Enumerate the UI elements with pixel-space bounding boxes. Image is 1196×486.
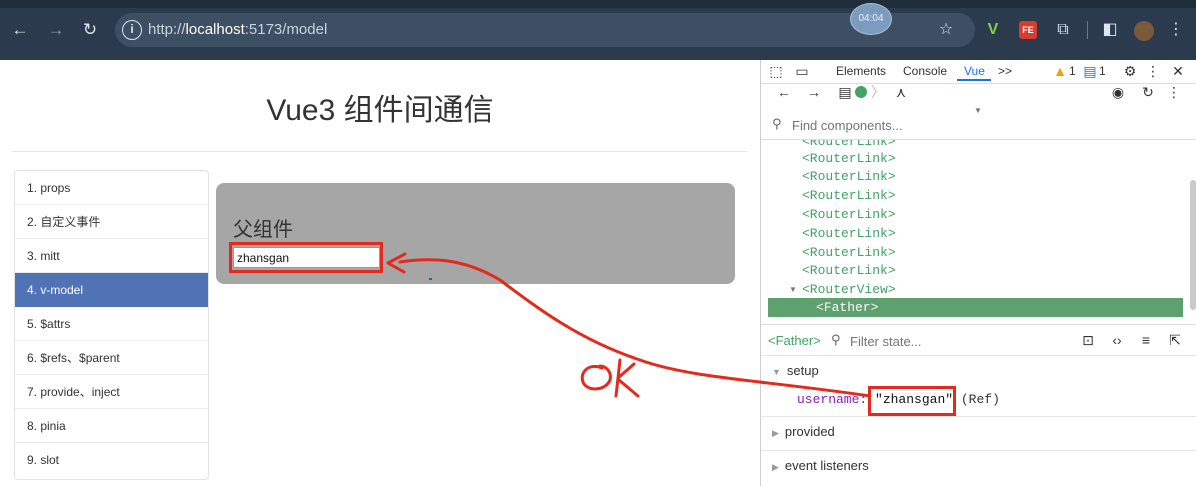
annotation-text: Ok bbox=[585, 366, 586, 367]
annotation-overlay bbox=[386, 252, 872, 398]
annotation-letter-k bbox=[614, 358, 640, 398]
annotation-letter-o bbox=[580, 364, 612, 391]
annotation-arrow-line bbox=[398, 258, 872, 398]
